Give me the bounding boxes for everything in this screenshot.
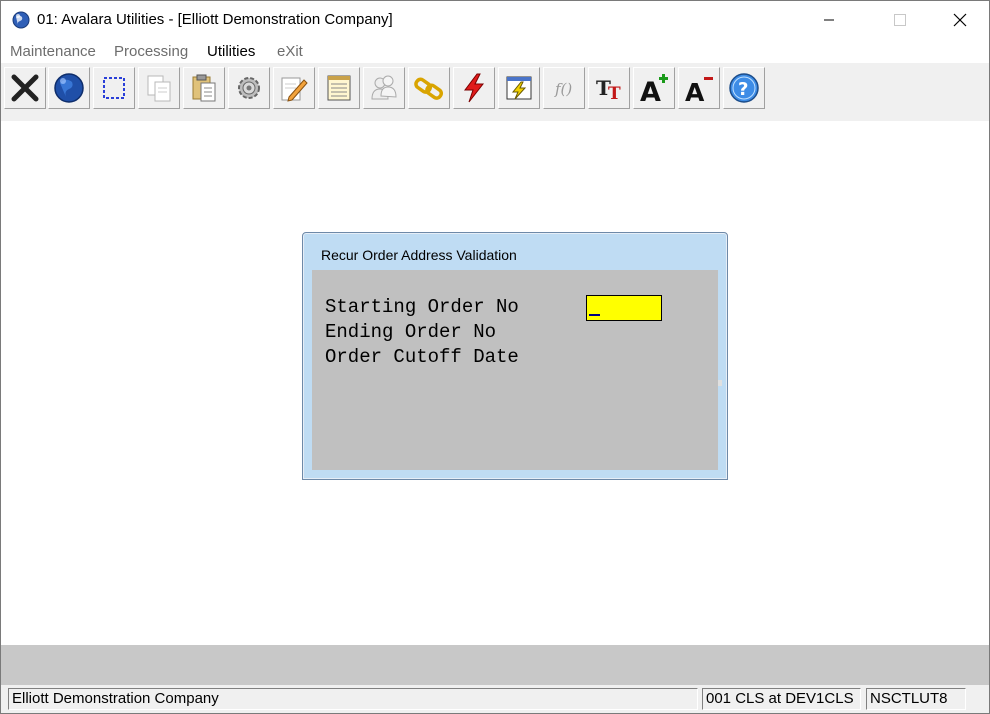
font-increase-button[interactable]: A <box>633 67 675 109</box>
recur-order-dialog: Recur Order Address Validation Starting … <box>302 232 728 480</box>
lightning-icon <box>464 73 485 103</box>
font-decrease-button[interactable]: A <box>678 67 720 109</box>
settings-gear-icon <box>238 77 260 99</box>
toolbar: f() T T A A ? <box>1 63 989 121</box>
link-button[interactable] <box>408 67 450 109</box>
status-company: Elliott Demonstration Company <box>8 688 698 710</box>
screen-lightning-icon <box>506 76 532 100</box>
globe-icon <box>54 73 84 103</box>
function-button[interactable]: f() <box>543 67 585 109</box>
menu-maintenance[interactable]: Maintenance <box>10 43 96 60</box>
exit-x-icon <box>11 74 39 102</box>
chain-link-icon <box>414 77 444 100</box>
menu-exit[interactable]: eXit <box>277 43 303 60</box>
minimize-icon <box>824 19 834 21</box>
paste-button[interactable] <box>183 67 225 109</box>
scroll-indicator <box>718 380 722 386</box>
help-icon: ? <box>729 73 759 103</box>
ending-order-label: Ending Order No <box>325 321 497 343</box>
select-rect-icon <box>103 77 125 99</box>
minimize-button[interactable] <box>806 1 852 39</box>
starting-order-input[interactable] <box>586 295 662 321</box>
window-title: 01: Avalara Utilities - [Elliott Demonst… <box>37 11 393 28</box>
svg-text:?: ? <box>738 79 748 100</box>
starting-order-label: Starting Order No <box>325 296 519 318</box>
text-size-icon: T T <box>596 76 621 104</box>
screen-run-button[interactable] <box>498 67 540 109</box>
quick-run-button[interactable] <box>453 67 495 109</box>
users-button[interactable] <box>363 67 405 109</box>
svg-text:T: T <box>608 84 621 104</box>
text-cursor <box>589 314 600 316</box>
users-icon <box>371 75 397 100</box>
paste-icon <box>192 74 216 102</box>
svg-text:f(): f() <box>554 80 572 98</box>
svg-text:A: A <box>685 78 705 105</box>
app-window: 01: Avalara Utilities - [Elliott Demonst… <box>0 0 990 714</box>
help-button[interactable]: ? <box>723 67 765 109</box>
maximize-button[interactable] <box>877 1 923 39</box>
status-session: 001 CLS at DEV1CLS <box>702 688 861 710</box>
dialog-title: Recur Order Address Validation <box>321 247 517 263</box>
copy-button[interactable] <box>138 67 180 109</box>
menu-processing[interactable]: Processing <box>114 43 188 60</box>
title-bar[interactable]: 01: Avalara Utilities - [Elliott Demonst… <box>1 1 989 39</box>
bottom-band <box>1 645 989 685</box>
copy-icon <box>147 75 171 102</box>
status-program: NSCTLUT8 <box>866 688 966 710</box>
font-increase-icon: A <box>640 74 668 105</box>
select-button[interactable] <box>93 67 135 109</box>
globe-icon <box>12 11 30 29</box>
notepad-icon <box>327 75 351 101</box>
function-icon: f() <box>554 80 572 98</box>
text-size-button[interactable]: T T <box>588 67 630 109</box>
dialog-body: Starting Order No Ending Order No Order … <box>312 270 722 470</box>
edit-button[interactable] <box>273 67 315 109</box>
menu-utilities[interactable]: Utilities <box>207 43 255 60</box>
font-decrease-icon: A <box>685 77 713 105</box>
menu-bar: Maintenance Processing Utilities eXit <box>1 41 989 63</box>
web-button[interactable] <box>48 67 90 109</box>
maximize-icon <box>894 14 906 26</box>
settings-button[interactable] <box>228 67 270 109</box>
exit-button[interactable] <box>4 67 46 109</box>
close-button[interactable] <box>937 1 983 39</box>
notes-button[interactable] <box>318 67 360 109</box>
svg-text:A: A <box>640 77 661 105</box>
edit-pencil-icon <box>281 77 308 102</box>
status-bar: Elliott Demonstration Company 001 CLS at… <box>1 685 989 713</box>
order-cutoff-label: Order Cutoff Date <box>325 346 519 368</box>
close-icon <box>953 13 967 27</box>
